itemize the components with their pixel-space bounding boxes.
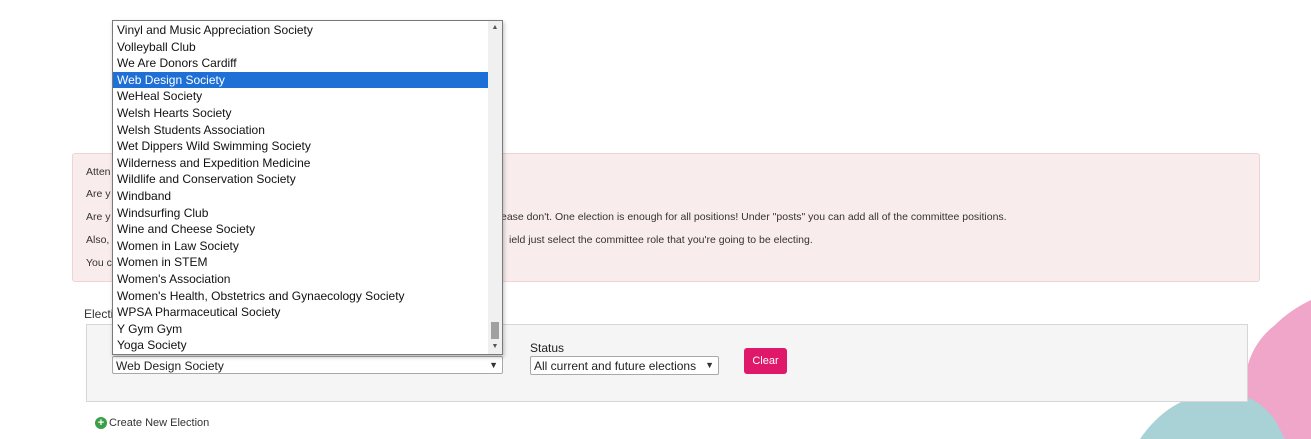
status-select-value: All current and future elections	[534, 359, 697, 373]
dropdown-option[interactable]: Wine and Cheese Society	[113, 221, 489, 238]
society-select-value: Web Design Society	[116, 359, 224, 373]
dropdown-option[interactable]: Vinyl and Music Appreciation Society	[113, 22, 489, 39]
chevron-down-icon: ▼	[705, 360, 714, 370]
clear-button[interactable]: Clear	[744, 348, 787, 374]
plus-circle-icon: +	[95, 417, 107, 429]
society-dropdown-list[interactable]: Vinyl and Music Appreciation Society Voll…	[112, 20, 503, 355]
notice-line-5: You c	[86, 257, 112, 269]
dropdown-option[interactable]: Web Design Society	[113, 71, 489, 89]
dropdown-option[interactable]: Welsh Hearts Society	[113, 105, 489, 122]
dropdown-option[interactable]: Women's Association	[113, 271, 489, 288]
notice-line-1: Atten	[86, 166, 111, 178]
dropdown-scrollbar[interactable]: ▲ ▼	[488, 21, 502, 354]
scroll-down-arrow-icon[interactable]: ▼	[488, 340, 502, 354]
elections-section-label: Electi	[84, 307, 114, 321]
society-select[interactable]: Web Design Society ▼	[112, 356, 503, 374]
dropdown-option[interactable]: Women's Health, Obstetrics and Gynaecolo…	[113, 288, 489, 305]
dropdown-option[interactable]: Wildlife and Conservation Society	[113, 171, 489, 188]
dropdown-option[interactable]: Yoga Society	[113, 337, 489, 354]
cropped-heading-text	[0, 0, 1311, 10]
scrollbar-thumb[interactable]	[491, 322, 499, 339]
status-label: Status	[530, 341, 565, 355]
dropdown-option[interactable]: WeHeal Society	[113, 88, 489, 105]
create-new-election-link[interactable]: + Create New Election	[95, 417, 209, 429]
dropdown-option[interactable]: WPSA Pharmaceutical Society	[113, 304, 489, 321]
dropdown-option[interactable]: Wilderness and Expedition Medicine	[113, 155, 489, 172]
notice-line-4-end: ield just select the committee role that…	[509, 234, 813, 246]
dropdown-option[interactable]: Y Gym Gym	[113, 321, 489, 338]
create-new-election-label: Create New Election	[109, 417, 210, 429]
notice-line-2: Are y	[86, 188, 111, 200]
dropdown-option[interactable]: We Are Donors Cardiff	[113, 55, 489, 72]
dropdown-options: Vinyl and Music Appreciation Society Voll…	[113, 22, 489, 354]
notice-line-4-start: Also,	[86, 234, 110, 246]
dropdown-option[interactable]: Women in Law Society	[113, 238, 489, 255]
dropdown-option[interactable]: Women in STEM	[113, 254, 489, 271]
scroll-up-arrow-icon[interactable]: ▲	[488, 21, 502, 35]
dropdown-option[interactable]: Welsh Students Association	[113, 122, 489, 139]
dropdown-option[interactable]: Wet Dippers Wild Swimming Society	[113, 138, 489, 155]
chevron-down-icon: ▼	[489, 360, 498, 370]
status-select[interactable]: All current and future elections ▼	[530, 356, 719, 375]
dropdown-option[interactable]: Volleyball Club	[113, 39, 489, 56]
dropdown-option[interactable]: Windsurfing Club	[113, 205, 489, 222]
notice-line-3-start: Are y	[86, 211, 111, 223]
dropdown-option[interactable]: Windband	[113, 188, 489, 205]
notice-line-3-end: ease don't. One election is enough for a…	[501, 211, 1007, 223]
